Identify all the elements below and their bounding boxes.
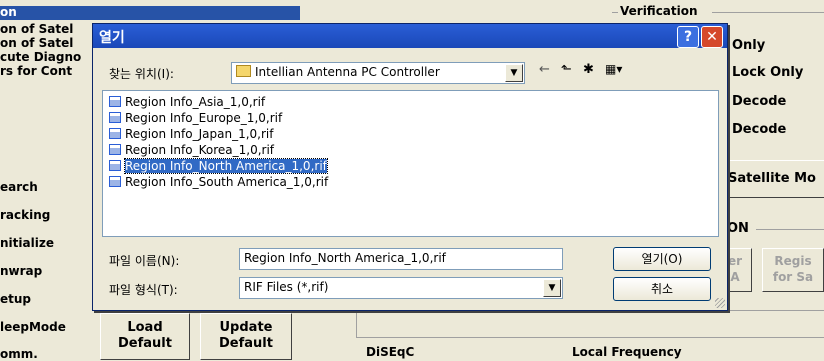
update-default-button[interactable]: Update Default	[200, 313, 292, 360]
load-default-button[interactable]: Load Default	[100, 313, 190, 360]
on-group-line	[756, 229, 824, 230]
chevron-down-icon[interactable]: ▼	[543, 279, 561, 297]
file-name: Region Info_Korea_1,0,rif	[125, 143, 275, 157]
left-button-label[interactable]: omm.	[0, 347, 38, 361]
look-in-combo[interactable]: Intellian Antenna PC Controller ▼	[231, 62, 525, 84]
verification-group-label: Verification	[620, 4, 698, 18]
register-button-line2: for Sa	[772, 270, 814, 284]
file-name: Region Info_Asia_1,0,rif	[125, 95, 266, 109]
chevron-down-icon[interactable]: ▼	[505, 64, 523, 82]
file-name: Region Info_Europe_1,0,rif	[125, 111, 283, 125]
help-button[interactable]: ?	[677, 26, 699, 48]
look-in-text: Intellian Antenna PC Controller	[255, 65, 440, 79]
verification-group-line	[612, 12, 618, 13]
register-button-line1: Regis	[774, 254, 812, 268]
file-item[interactable]: Region Info_Japan_1,0,rif	[109, 127, 273, 143]
file-name: Region Info_North America_1,0,rif	[124, 158, 328, 174]
left-item[interactable]: rs for Cont	[0, 64, 72, 78]
dialog-title: 열기	[99, 30, 125, 46]
close-button[interactable]: ✕	[701, 26, 723, 48]
left-selected-row[interactable]: on	[0, 5, 300, 20]
up-folder-icon[interactable]: ⬑	[561, 62, 572, 77]
verification-option[interactable]: Decode	[732, 122, 786, 137]
filetype-combo[interactable]: RIF Files (*,rif) ▼	[239, 277, 563, 299]
open-button-label: 열기(O)	[641, 252, 683, 266]
file-icon	[109, 112, 121, 123]
update-default-label: Update Default	[219, 320, 273, 351]
file-list[interactable]: Region Info_Asia_1,0,rif Region Info_Eur…	[102, 90, 719, 237]
on-group-label: ON	[727, 221, 749, 236]
open-file-dialog: 열기 ? ✕ 찾는 위치(I): Intellian Antenna PC Co…	[92, 23, 728, 311]
load-default-label: Load Default	[118, 320, 172, 351]
left-item[interactable]: on of Satel	[0, 22, 73, 36]
verification-option[interactable]: Only	[732, 38, 765, 53]
file-item-selected[interactable]: Region Info_North America_1,0,rif	[109, 158, 328, 175]
file-icon	[109, 160, 121, 171]
look-in-value: Intellian Antenna PC Controller	[236, 65, 440, 79]
resize-grip-icon[interactable]	[715, 298, 725, 308]
filename-label: 파일 이름(N):	[109, 254, 180, 268]
back-icon[interactable]: ←	[539, 62, 550, 77]
left-button-label[interactable]: nwrap	[0, 264, 42, 278]
verification-option[interactable]: Lock Only	[732, 65, 803, 80]
filetype-label: 파일 형식(T):	[109, 283, 178, 297]
lower-group-box	[356, 310, 824, 338]
filetype-value: RIF Files (*,rif)	[244, 280, 329, 294]
satellite-mode-label: Satellite Mo	[728, 171, 816, 186]
left-selected-text: on	[0, 5, 17, 19]
dialog-titlebar[interactable]: 열기 ? ✕	[93, 24, 727, 48]
new-folder-icon[interactable]: ✱	[583, 62, 594, 77]
view-menu-icon[interactable]: ▦▾	[605, 62, 622, 76]
file-name: Region Info_South America_1,0,rif	[125, 175, 329, 189]
left-item[interactable]: cute Diagno	[0, 50, 81, 64]
left-button-label[interactable]: nitialize	[0, 236, 54, 250]
verification-option[interactable]: Decode	[732, 94, 786, 109]
left-button-label[interactable]: racking	[0, 208, 50, 222]
folder-icon	[236, 65, 251, 77]
file-icon	[109, 144, 121, 155]
file-item[interactable]: Region Info_Europe_1,0,rif	[109, 111, 282, 127]
left-panel: on on of Satel on of Satel cute Diagno r…	[0, 0, 300, 361]
file-item[interactable]: Region Info_Asia_1,0,rif	[109, 95, 265, 111]
open-button[interactable]: 열기(O)	[613, 247, 711, 271]
file-name: Region Info_Japan_1,0,rif	[125, 127, 274, 141]
left-item[interactable]: on of Satel	[0, 36, 73, 50]
close-icon: ✕	[706, 29, 718, 45]
satellite-mode-button[interactable]: Satellite Mo	[718, 160, 824, 198]
file-icon	[109, 176, 121, 187]
filename-value: Region Info_North America_1,0,rif	[244, 251, 446, 265]
filename-input[interactable]: Region Info_North America_1,0,rif	[239, 248, 563, 270]
cancel-button[interactable]: 취소	[613, 277, 711, 301]
file-item[interactable]: Region Info_South America_1,0,rif	[109, 175, 328, 191]
verification-group-line	[712, 12, 824, 13]
left-button-label[interactable]: leepMode	[0, 320, 66, 334]
cancel-button-label: 취소	[650, 282, 674, 296]
help-icon: ?	[683, 29, 693, 45]
left-button-label[interactable]: etup	[0, 292, 31, 306]
local-frequency-label: Local Frequency	[572, 345, 682, 359]
file-icon	[109, 128, 121, 139]
file-item[interactable]: Region Info_Korea_1,0,rif	[109, 143, 274, 159]
register-button: Regis for Sa	[762, 248, 824, 292]
diseqc-label: DiSEqC	[366, 345, 415, 359]
file-icon	[109, 96, 121, 107]
look-in-label: 찾는 위치(I):	[109, 67, 174, 81]
left-button-label[interactable]: earch	[0, 180, 38, 194]
